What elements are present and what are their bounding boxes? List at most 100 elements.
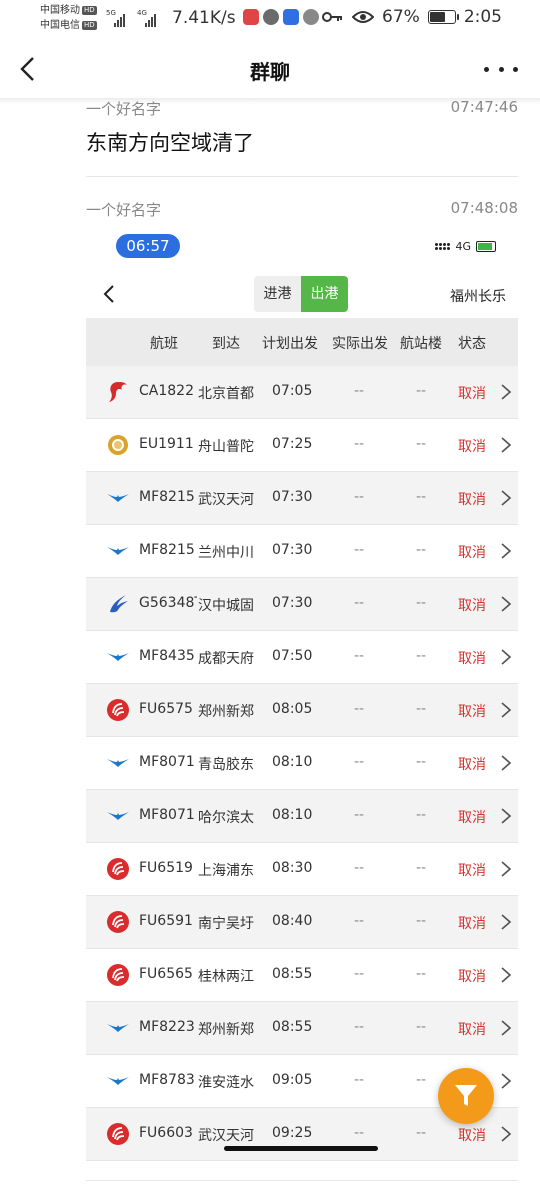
actual-departure: -- — [354, 701, 365, 717]
chevron-left-icon — [103, 285, 114, 303]
tab-arrival[interactable]: 进港 — [254, 276, 301, 312]
table-header: 航班 到达 计划出发 实际出发 航站楼 状态 — [86, 318, 518, 366]
flight-number: MF8215 — [139, 489, 195, 505]
chevron-right-icon — [501, 861, 512, 877]
flight-row[interactable]: FU6591 南宁吴圩 08:40 -- -- 取消 — [86, 896, 518, 949]
actual-departure: -- — [354, 489, 365, 505]
scheduled-departure: 08:30 — [272, 860, 313, 876]
col-status: 状态 — [458, 336, 486, 352]
flight-row[interactable]: EU1911舟山普陀山 07:25 -- -- 取消 — [86, 419, 518, 472]
destination: 郑州新郑 — [198, 704, 254, 720]
chevron-right-icon — [501, 967, 512, 983]
wing-airline-logo — [106, 592, 130, 616]
home-indicator[interactable] — [224, 1146, 378, 1151]
status-cancelled: 取消 — [458, 598, 486, 614]
destination: 青岛胶东 — [198, 757, 254, 773]
destination: 哈尔滨太平 — [198, 810, 254, 826]
message-divider — [86, 1180, 518, 1181]
flight-row[interactable]: MF8223 郑州新郑 08:55 -- -- 取消 — [86, 1002, 518, 1055]
xiamen-airlines-logo — [106, 1069, 130, 1093]
filter-funnel-icon — [455, 1085, 477, 1106]
carrier-2: 中国电信 — [40, 20, 80, 31]
destination: 武汉天河 — [198, 1128, 254, 1144]
flight-row[interactable]: MF8215 武汉天河 07:30 -- -- 取消 — [86, 472, 518, 525]
destination: 郑州新郑 — [198, 1022, 254, 1038]
hd-badge: HD — [82, 5, 97, 15]
destination: 汉中城固 — [198, 598, 254, 614]
fuzhou-airlines-logo — [106, 910, 130, 934]
actual-departure: -- — [354, 595, 365, 611]
flight-number: CA1822 — [139, 383, 194, 399]
actual-departure: -- — [354, 966, 365, 982]
terminal: -- — [416, 1072, 427, 1088]
terminal: -- — [416, 648, 427, 664]
destination: 淮安涟水 — [198, 1075, 254, 1091]
more-button[interactable] — [484, 56, 518, 82]
scheduled-departure: 09:05 — [272, 1072, 313, 1088]
status-cancelled: 取消 — [458, 439, 486, 455]
xiamen-airlines-logo — [106, 539, 130, 563]
col-act: 实际出发 — [332, 336, 388, 352]
terminal: -- — [416, 754, 427, 770]
flight-row[interactable]: G56348T 汉中城固 07:30 -- -- 取消 — [86, 578, 518, 631]
airport-name[interactable]: 福州长乐 — [450, 286, 506, 306]
terminal: -- — [416, 966, 427, 982]
terminal: -- — [416, 489, 427, 505]
filter-button[interactable] — [438, 1068, 494, 1124]
flight-number: FU6603 — [139, 1125, 193, 1141]
eye-icon — [352, 11, 375, 23]
tab-departure[interactable]: 出港 — [301, 276, 348, 312]
xiamen-airlines-logo — [106, 751, 130, 775]
scheduled-departure: 08:10 — [272, 754, 313, 770]
network-speed: 7.41K/s — [172, 8, 236, 28]
actual-departure: -- — [354, 436, 365, 452]
scheduled-departure: 08:10 — [272, 807, 313, 823]
signal-dots-icon — [435, 243, 451, 250]
flight-row[interactable]: MF8215 兰州中川 07:30 -- -- 取消 — [86, 525, 518, 578]
terminal: -- — [416, 701, 427, 717]
flight-row[interactable]: MF8435 成都天府 07:50 -- -- 取消 — [86, 631, 518, 684]
actual-departure: -- — [354, 1125, 365, 1141]
bulb-notification-icon — [283, 9, 299, 25]
col-dest: 到达 — [212, 336, 240, 352]
chevron-right-icon — [501, 596, 512, 612]
col-term: 航站楼 — [400, 336, 442, 352]
flight-row[interactable]: MF8071 青岛胶东 08:10 -- -- 取消 — [86, 737, 518, 790]
carrier-info: 中国移动 HD 中国电信 HD — [40, 3, 97, 33]
flight-row[interactable]: FU6575 郑州新郑 08:05 -- -- 取消 — [86, 684, 518, 737]
message-text[interactable]: 东南方向空域清了 — [86, 127, 254, 157]
status-cancelled: 取消 — [458, 916, 486, 932]
destination: 舟山普陀山 — [198, 439, 254, 455]
chat-header: 群聊 — [0, 42, 540, 98]
chevron-right-icon — [501, 914, 512, 930]
screenshot-back-button[interactable] — [100, 284, 120, 304]
flight-row[interactable]: MF8071哈尔滨太平 08:10 -- -- 取消 — [86, 790, 518, 843]
charging-battery-icon — [476, 241, 496, 252]
actual-departure: -- — [354, 807, 365, 823]
status-bar: 中国移动 HD 中国电信 HD 5G 4G 7.41K/s 67% 2:05 — [40, 3, 502, 33]
flight-row[interactable]: FU6565 桂林两江 08:55 -- -- 取消 — [86, 949, 518, 1002]
scheduled-departure: 08:40 — [272, 913, 313, 929]
flight-number: FU6575 — [139, 701, 193, 717]
actual-departure: -- — [354, 1072, 365, 1088]
shared-screenshot[interactable]: 06:57 4G 进港 出港 福州长乐 航班 到达 计划出发 实际出发 航站楼 … — [86, 228, 518, 1200]
status-cancelled: 取消 — [458, 810, 486, 826]
key-icon — [322, 12, 343, 22]
flight-number: MF8223 — [139, 1019, 195, 1035]
terminal: -- — [416, 595, 427, 611]
status-cancelled: 取消 — [458, 492, 486, 508]
col-dep: 计划出发 — [262, 336, 318, 352]
fuzhou-airlines-logo — [106, 698, 130, 722]
flight-row[interactable]: FU6519 上海浦东 08:30 -- -- 取消 — [86, 843, 518, 896]
status-cancelled: 取消 — [458, 1022, 486, 1038]
flight-number: FU6519 — [139, 860, 193, 876]
scheduled-departure: 07:30 — [272, 595, 313, 611]
more-dots-icon — [484, 66, 489, 72]
flight-number: MF8215 — [139, 542, 195, 558]
flight-number: MF8435 — [139, 648, 195, 664]
terminal: -- — [416, 913, 427, 929]
chat-notification-icon — [263, 9, 279, 25]
destination: 上海浦东 — [198, 863, 254, 879]
flight-row[interactable]: CA1822 北京首都 07:05 -- -- 取消 — [86, 366, 518, 419]
terminal: -- — [416, 1125, 427, 1141]
